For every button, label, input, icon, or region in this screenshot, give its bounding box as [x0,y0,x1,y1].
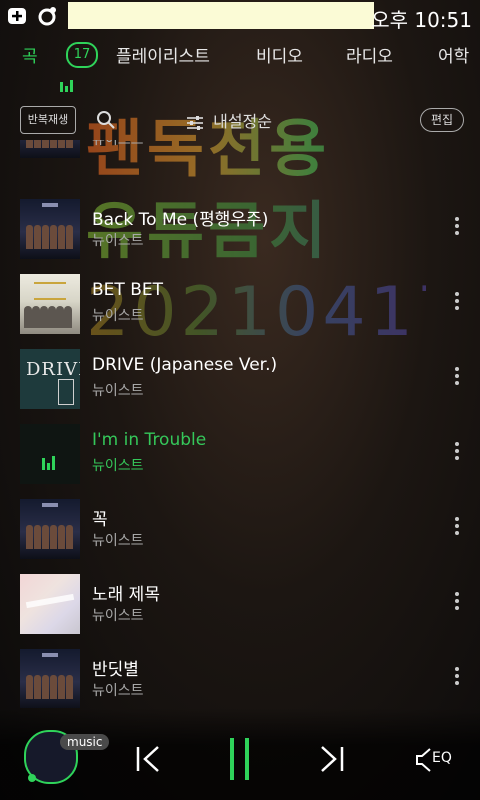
sort-settings-icon [187,115,203,130]
sort-label: 내설정순 [213,112,272,131]
tab-language[interactable]: 어학 [438,42,469,67]
status-bar: 오후 10:51 [0,0,480,32]
song-artist: 뉴이스트 [92,308,144,324]
song-row[interactable]: Back To Me (평행우주) 뉴이스트 [0,199,480,274]
album-cover [20,499,80,559]
song-row[interactable]: 반딧별 뉴이스트 [0,649,480,708]
more-options-icon[interactable] [454,517,460,539]
song-artist: 뉴이스트 [92,233,144,249]
song-artist: 뉴이스트 [92,533,144,549]
notification-circle-icon [38,7,56,26]
song-row-now-playing[interactable]: I'm in Trouble 뉴이스트 [0,424,480,499]
edit-button[interactable]: 편집 [420,108,464,132]
add-box-icon [8,8,26,24]
search-icon[interactable] [96,110,116,130]
tab-video[interactable]: 비디오 [256,42,303,67]
tab-songs[interactable]: 곡 17 [22,42,98,92]
speaker-icon [416,748,431,772]
song-artist: 뉴이스트 [92,683,144,699]
list-toolbar: 반복재생 내설정순 편집 [0,104,480,140]
mini-player: music EQ [0,708,480,800]
song-count-badge: 17 [66,42,98,68]
album-cover [20,274,80,334]
player-status-dot [28,774,36,782]
pause-icon[interactable] [228,738,252,782]
category-tabs: 곡 17 플레이리스트 비디오 라디오 어학 [0,40,480,92]
tab-songs-label: 곡 [22,47,38,67]
more-options-icon[interactable] [454,292,460,314]
song-title: I'm in Trouble [92,430,207,450]
album-cover [20,199,80,259]
album-cover [20,574,80,634]
more-options-icon[interactable] [454,592,460,614]
status-redacted-area [68,2,374,29]
more-options-icon[interactable] [454,442,460,464]
eq-label: EQ [432,750,452,766]
album-cover: DRIVE [20,349,80,409]
song-title: 꼭 [92,510,108,530]
tab-radio[interactable]: 라디오 [346,42,393,67]
song-title: BET BET [92,280,163,300]
song-artist: 뉴이스트 [92,140,144,148]
album-cover [20,649,80,708]
song-title: Back To Me (평행우주) [92,210,269,230]
song-title: 노래 제목 [92,585,160,605]
album-cover [20,424,80,484]
song-row[interactable]: DRIVE DRIVE (Japanese Ver.) 뉴이스트 [0,349,480,424]
now-playing-equalizer-icon [42,451,57,470]
song-row[interactable]: 뉴이스트 [0,140,480,173]
song-title: 반딧별 [92,660,139,680]
repeat-play-button[interactable]: 반복재생 [20,106,76,134]
album-cover [20,140,80,158]
more-options-icon[interactable] [454,217,460,239]
song-list: 뉴이스트 Back To Me (평행우주) 뉴이스트 BET BET 뉴이스트… [0,140,480,708]
song-row[interactable]: 꼭 뉴이스트 [0,499,480,574]
sort-button[interactable]: 내설정순 [186,108,272,132]
equalizer-button[interactable]: EQ [416,748,460,772]
more-options-icon[interactable] [454,667,460,689]
tab-playlist[interactable]: 플레이리스트 [116,42,210,67]
song-row[interactable]: 노래 제목 뉴이스트 [0,574,480,649]
music-badge: music [60,734,110,750]
status-time: 오후 10:51 [371,8,472,32]
song-artist: 뉴이스트 [92,458,144,474]
song-row[interactable]: BET BET 뉴이스트 [0,274,480,349]
song-title: DRIVE (Japanese Ver.) [92,355,278,375]
song-artist: 뉴이스트 [92,608,144,624]
next-track-icon[interactable] [316,744,346,774]
song-artist: 뉴이스트 [92,383,144,399]
active-tab-indicator-icon [60,72,75,92]
more-options-icon[interactable] [454,367,460,389]
previous-track-icon[interactable] [134,744,164,774]
